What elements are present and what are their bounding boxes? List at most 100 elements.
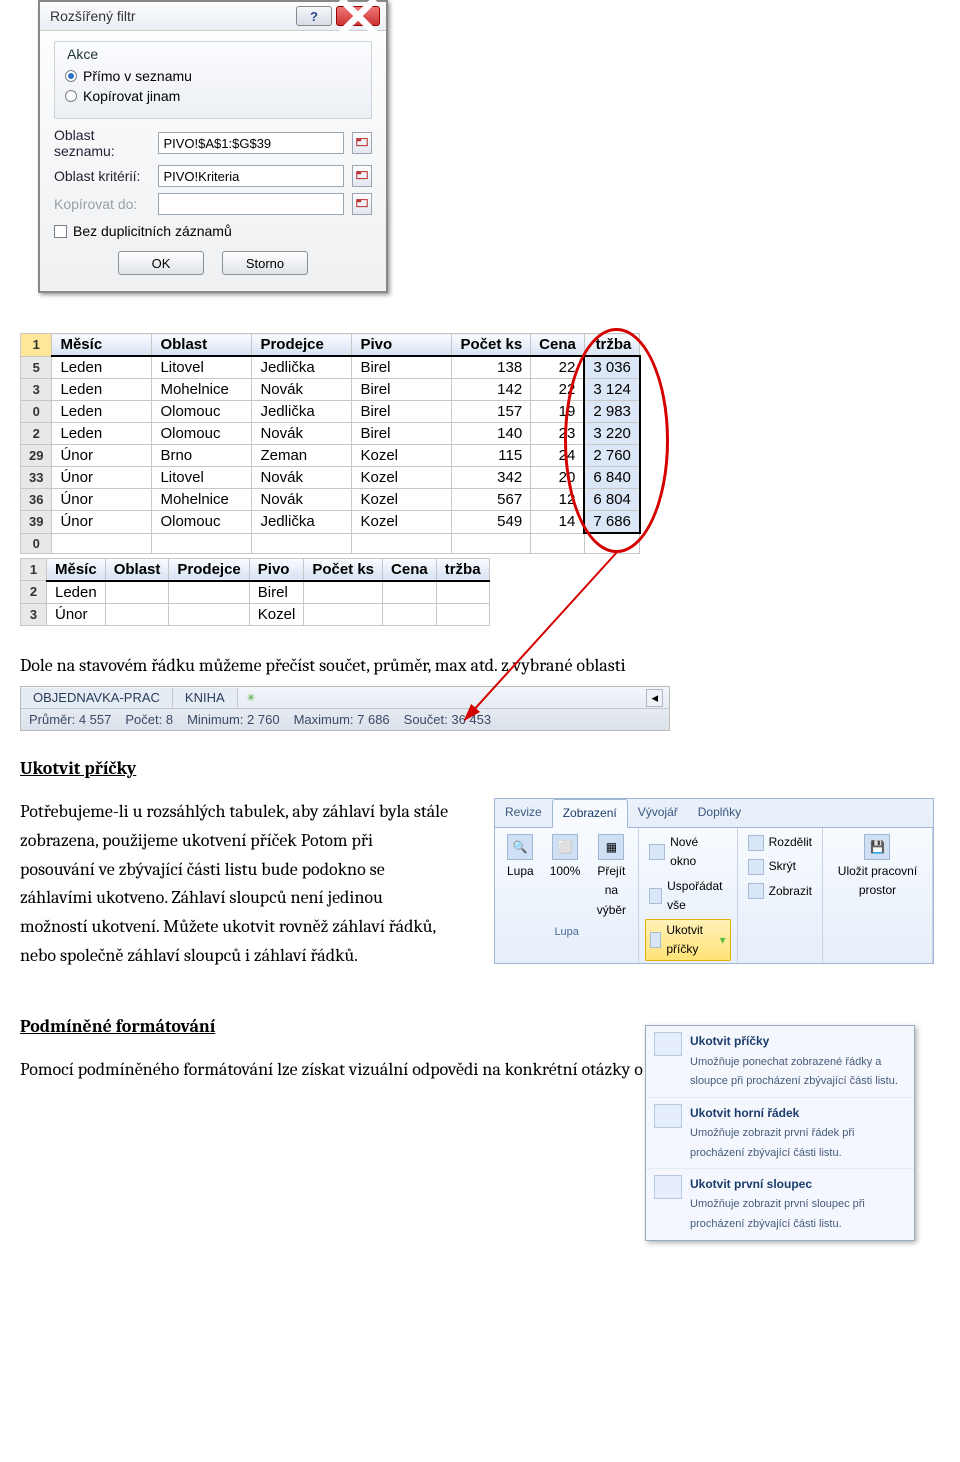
column-header[interactable]: Oblast bbox=[152, 334, 252, 357]
cell[interactable]: Kozel bbox=[352, 445, 452, 467]
cell[interactable] bbox=[105, 603, 169, 625]
list-range-input[interactable] bbox=[158, 132, 344, 154]
list-range-picker[interactable] bbox=[352, 132, 372, 154]
cell[interactable]: 23 bbox=[531, 423, 585, 445]
ribbon-tab[interactable]: Revize bbox=[495, 799, 552, 827]
cell[interactable]: Mohelnice bbox=[152, 379, 252, 401]
row-header[interactable]: 39 bbox=[21, 511, 52, 534]
cell[interactable]: 3 220 bbox=[584, 423, 640, 445]
cell[interactable]: 2 983 bbox=[584, 401, 640, 423]
zoom-button[interactable]: 🔍 Lupa bbox=[501, 832, 540, 922]
cell[interactable] bbox=[584, 533, 640, 553]
cell[interactable]: Leden bbox=[52, 401, 152, 423]
cell[interactable]: Leden bbox=[52, 423, 152, 445]
cell[interactable]: Jedlička bbox=[252, 356, 352, 379]
cell[interactable]: Únor bbox=[52, 445, 152, 467]
cell[interactable]: Birel bbox=[249, 581, 304, 604]
cell[interactable]: 3 124 bbox=[584, 379, 640, 401]
cell[interactable] bbox=[436, 581, 489, 604]
new-sheet-icon[interactable]: ✴ bbox=[238, 690, 265, 706]
column-header[interactable]: Měsíc bbox=[47, 558, 106, 581]
split-button[interactable]: Rozdělit bbox=[744, 832, 816, 853]
cell[interactable]: Litovel bbox=[152, 467, 252, 489]
ribbon-tab[interactable]: Zobrazení bbox=[552, 799, 628, 828]
cell[interactable]: Únor bbox=[52, 511, 152, 534]
cell[interactable] bbox=[169, 581, 249, 604]
new-window-button[interactable]: Nové okno bbox=[645, 832, 730, 872]
row-header[interactable]: 0 bbox=[21, 533, 52, 553]
column-header[interactable]: Prodejce bbox=[252, 334, 352, 357]
cell[interactable]: Únor bbox=[52, 467, 152, 489]
copyto-input[interactable] bbox=[158, 193, 344, 215]
cell[interactable] bbox=[352, 533, 452, 553]
column-header[interactable]: tržba bbox=[436, 558, 489, 581]
cell[interactable] bbox=[304, 603, 383, 625]
cell[interactable]: 22 bbox=[531, 379, 585, 401]
cell[interactable] bbox=[152, 533, 252, 553]
criteria-range-picker[interactable] bbox=[352, 165, 372, 187]
close-button[interactable] bbox=[336, 6, 380, 26]
cell[interactable]: Jedlička bbox=[252, 401, 352, 423]
cell[interactable]: 567 bbox=[452, 489, 531, 511]
column-header[interactable]: Prodejce bbox=[169, 558, 249, 581]
dropdown-item-freeze-first-col[interactable]: Ukotvit první sloupecUmožňuje zobrazit p… bbox=[646, 1169, 914, 1239]
cell[interactable]: 157 bbox=[452, 401, 531, 423]
cell[interactable]: Birel bbox=[352, 423, 452, 445]
column-header[interactable]: Pivo bbox=[249, 558, 304, 581]
cell[interactable]: Novák bbox=[252, 423, 352, 445]
cell[interactable]: Novák bbox=[252, 467, 352, 489]
criteria-range-input[interactable] bbox=[158, 165, 344, 187]
cell[interactable]: 6 840 bbox=[584, 467, 640, 489]
cell[interactable] bbox=[452, 533, 531, 553]
cell[interactable] bbox=[169, 603, 249, 625]
column-header[interactable]: Oblast bbox=[105, 558, 169, 581]
freeze-panes-button[interactable]: Ukotvit příčky▾ bbox=[645, 919, 730, 961]
cell[interactable]: Olomouc bbox=[152, 401, 252, 423]
cell[interactable]: Leden bbox=[47, 581, 106, 604]
row-header[interactable]: 3 bbox=[21, 603, 47, 625]
cell[interactable]: 14 bbox=[531, 511, 585, 534]
cell[interactable]: Olomouc bbox=[152, 511, 252, 534]
cell[interactable]: Kozel bbox=[352, 467, 452, 489]
row-header[interactable]: 5 bbox=[21, 356, 52, 379]
ribbon-tab[interactable]: Doplňky bbox=[688, 799, 751, 827]
cell[interactable]: 24 bbox=[531, 445, 585, 467]
cell[interactable]: 20 bbox=[531, 467, 585, 489]
cell[interactable]: Novák bbox=[252, 379, 352, 401]
dropdown-item-freeze-top-row[interactable]: Ukotvit horní řádekUmožňuje zobrazit prv… bbox=[646, 1098, 914, 1169]
radio-copy-elsewhere[interactable] bbox=[65, 90, 77, 102]
cell[interactable] bbox=[531, 533, 585, 553]
cell[interactable]: Kozel bbox=[352, 511, 452, 534]
cell[interactable]: 3 036 bbox=[584, 356, 640, 379]
hide-button[interactable]: Skrýt bbox=[744, 856, 816, 877]
cell[interactable]: Brno bbox=[152, 445, 252, 467]
cell[interactable]: Zeman bbox=[252, 445, 352, 467]
column-header[interactable]: Počet ks bbox=[304, 558, 383, 581]
cancel-button[interactable]: Storno bbox=[222, 251, 308, 275]
column-header[interactable]: Cena bbox=[383, 558, 437, 581]
cell[interactable] bbox=[436, 603, 489, 625]
row-header[interactable]: 1 bbox=[21, 334, 52, 357]
zoom-selection-button[interactable]: ▦ Přejít na výběr bbox=[590, 832, 632, 922]
cell[interactable]: Litovel bbox=[152, 356, 252, 379]
cell[interactable] bbox=[383, 603, 437, 625]
cell[interactable]: Birel bbox=[352, 401, 452, 423]
row-header[interactable]: 2 bbox=[21, 581, 47, 604]
ok-button[interactable]: OK bbox=[118, 251, 204, 275]
sheet-tab[interactable]: KNIHA bbox=[173, 688, 238, 707]
cell[interactable]: 7 686 bbox=[584, 511, 640, 534]
cell[interactable]: 342 bbox=[452, 467, 531, 489]
cell[interactable]: 549 bbox=[452, 511, 531, 534]
cell[interactable]: 2 760 bbox=[584, 445, 640, 467]
column-header[interactable]: tržba bbox=[584, 334, 640, 357]
sheet-tab[interactable]: OBJEDNAVKA-PRAC bbox=[21, 688, 173, 707]
row-header[interactable]: 1 bbox=[21, 558, 47, 581]
copyto-range-picker[interactable] bbox=[352, 193, 372, 215]
row-header[interactable]: 0 bbox=[21, 401, 52, 423]
column-header[interactable]: Cena bbox=[531, 334, 585, 357]
scroll-left-icon[interactable]: ◂ bbox=[646, 689, 663, 707]
cell[interactable]: 140 bbox=[452, 423, 531, 445]
cell[interactable]: Olomouc bbox=[152, 423, 252, 445]
cell[interactable] bbox=[105, 581, 169, 604]
row-header[interactable]: 29 bbox=[21, 445, 52, 467]
